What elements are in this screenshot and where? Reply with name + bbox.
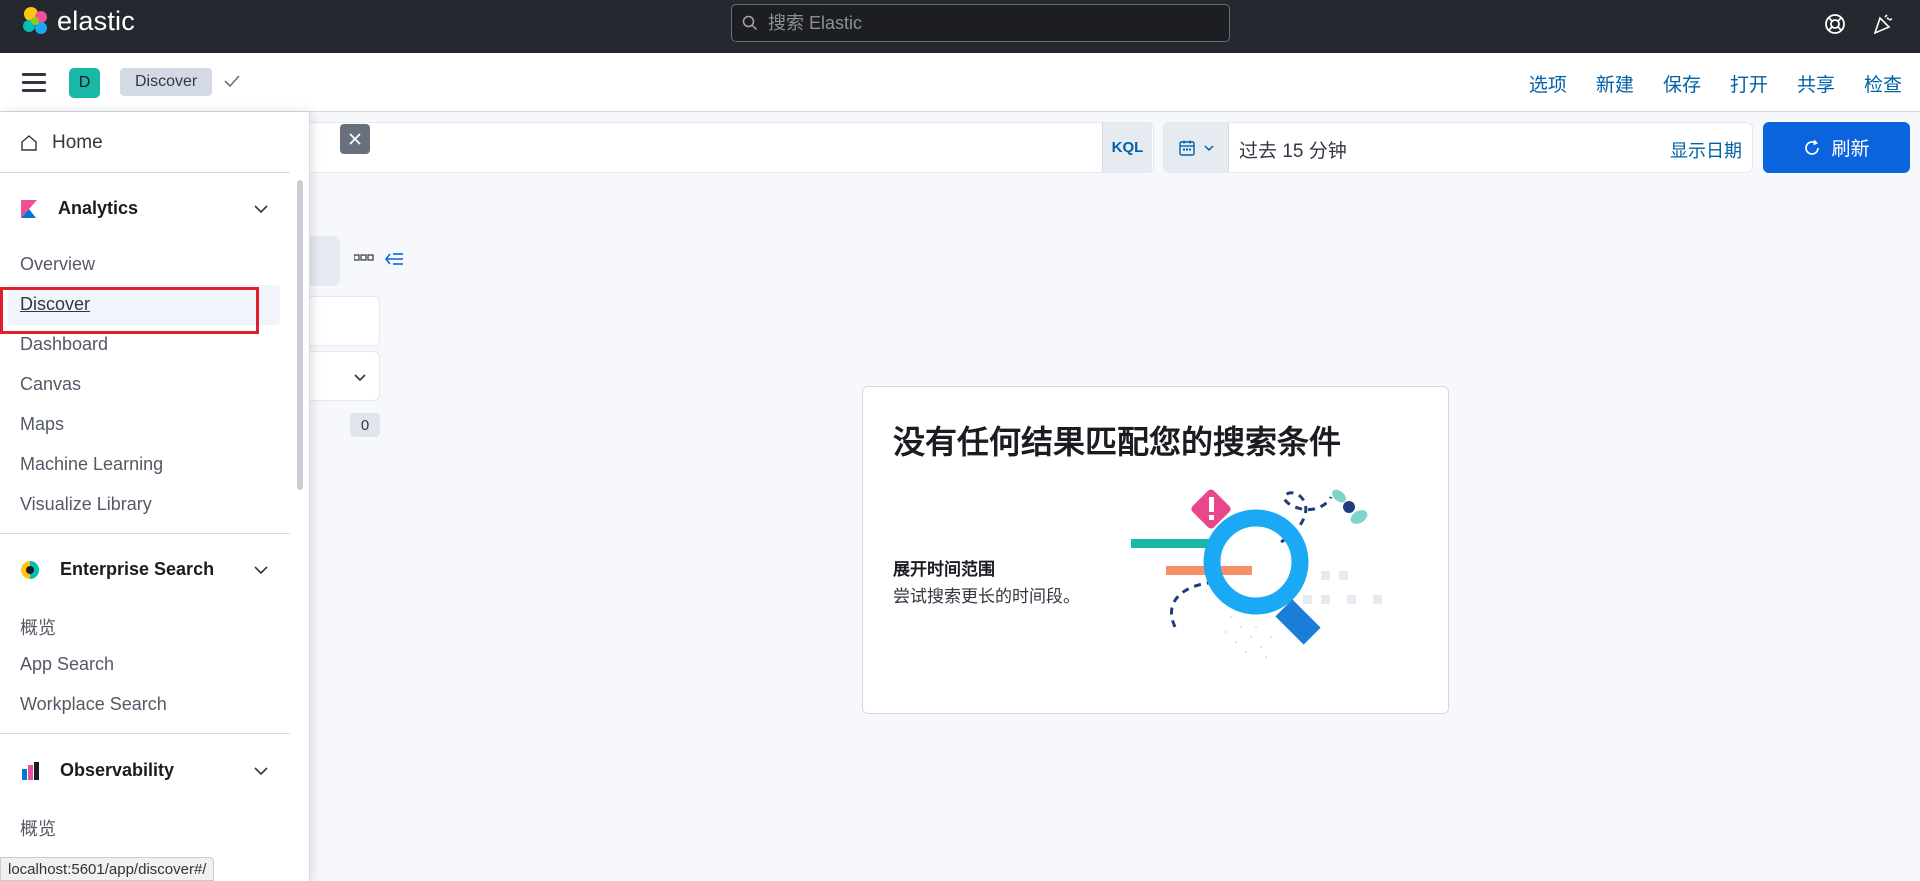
chevron-down-icon[interactable] bbox=[252, 763, 270, 779]
nav-home-label: Home bbox=[52, 132, 103, 153]
no-results-illustration bbox=[1131, 489, 1382, 658]
date-picker: 过去 15 分钟 显示日期 bbox=[1163, 122, 1753, 173]
chevron-down-icon[interactable] bbox=[252, 562, 270, 578]
close-icon bbox=[349, 133, 361, 145]
expand-time-range-description: 尝试搜索更长的时间段。 bbox=[893, 587, 1080, 607]
nav-item-app-search[interactable]: App Search bbox=[20, 654, 114, 675]
nav-item-observability-overview[interactable]: 概览 bbox=[20, 815, 56, 841]
divider bbox=[0, 172, 290, 173]
global-search-input[interactable] bbox=[768, 12, 1188, 34]
calendar-icon bbox=[1178, 140, 1195, 156]
logo-text: elastic bbox=[57, 6, 135, 36]
menu-toggle-icon[interactable] bbox=[22, 73, 46, 93]
new-link[interactable]: 新建 bbox=[1596, 70, 1634, 97]
field-count-badge: 0 bbox=[350, 413, 380, 437]
highlight-annotation bbox=[0, 287, 259, 334]
app-header: D Discover 选项 新建 保存 打开 共享 检查 bbox=[0, 53, 1920, 112]
divider bbox=[0, 533, 290, 534]
options-link[interactable]: 选项 bbox=[1529, 70, 1567, 97]
nav-item-machine-learning[interactable]: Machine Learning bbox=[20, 454, 163, 475]
observability-icon bbox=[22, 761, 39, 780]
quick-menu-button[interactable] bbox=[1164, 123, 1229, 172]
global-search[interactable] bbox=[731, 4, 1230, 42]
help-icon[interactable] bbox=[1823, 12, 1847, 36]
nav-group-label: Enterprise Search bbox=[60, 559, 215, 579]
no-results-panel: 没有任何结果匹配您的搜索条件 展开时间范围 尝试搜索更长的时间段。 bbox=[862, 386, 1449, 714]
breadcrumb: Discover bbox=[120, 68, 213, 96]
refresh-icon bbox=[1805, 139, 1820, 155]
nav-group-enterprise-search[interactable]: Enterprise Search bbox=[20, 559, 270, 580]
nav-item-dashboard[interactable]: Dashboard bbox=[20, 334, 108, 355]
refresh-button[interactable]: 刷新 bbox=[1763, 122, 1910, 173]
clear-query-button[interactable] bbox=[340, 124, 370, 154]
show-dates-link[interactable]: 显示日期 bbox=[1670, 137, 1742, 163]
field-search-input[interactable] bbox=[300, 296, 380, 346]
nav-group-label: Observability bbox=[60, 760, 175, 780]
kibana-icon bbox=[21, 199, 37, 218]
expand-time-range-heading: 展开时间范围 bbox=[893, 560, 995, 580]
nav-home-link[interactable]: Home bbox=[20, 132, 103, 154]
news-feed-icon[interactable] bbox=[1871, 12, 1895, 36]
share-link[interactable]: 共享 bbox=[1797, 70, 1835, 97]
nav-scrollbar[interactable] bbox=[297, 180, 303, 490]
elastic-logo-icon bbox=[23, 7, 47, 34]
query-language-button[interactable]: KQL bbox=[1102, 123, 1152, 172]
space-avatar[interactable]: D bbox=[69, 68, 100, 98]
nav-group-observability[interactable]: Observability bbox=[20, 760, 270, 781]
home-icon bbox=[21, 135, 37, 151]
divider bbox=[0, 733, 290, 734]
nav-group-analytics[interactable]: Analytics bbox=[20, 198, 270, 219]
more-options-icon[interactable] bbox=[354, 254, 374, 262]
global-header: elastic bbox=[0, 0, 1920, 53]
collapse-sidebar-icon[interactable] bbox=[384, 251, 404, 267]
check-icon bbox=[224, 75, 240, 88]
nav-item-overview-cn[interactable]: 概览 bbox=[20, 614, 56, 640]
status-bar-url: localhost:5601/app/discover#/ bbox=[0, 857, 215, 881]
inspect-link[interactable]: 检查 bbox=[1864, 70, 1902, 97]
nav-item-visualize-library[interactable]: Visualize Library bbox=[20, 494, 152, 515]
no-results-title: 没有任何结果匹配您的搜索条件 bbox=[893, 423, 1342, 461]
chevron-down-icon bbox=[354, 374, 366, 382]
chevron-down-icon bbox=[1203, 144, 1214, 151]
field-type-filter[interactable] bbox=[300, 351, 380, 401]
enterprise-search-icon bbox=[21, 560, 39, 579]
top-nav-menu: 选项 新建 保存 打开 共享 检查 bbox=[1529, 70, 1902, 97]
nav-item-maps[interactable]: Maps bbox=[20, 414, 64, 435]
nav-group-label: Analytics bbox=[58, 198, 139, 218]
navigation-panel: Home Analytics Overview Discover Dashboa… bbox=[0, 112, 310, 881]
nav-item-overview[interactable]: Overview bbox=[20, 254, 95, 275]
search-icon bbox=[742, 15, 758, 31]
refresh-label: 刷新 bbox=[1831, 139, 1870, 160]
elastic-logo[interactable]: elastic bbox=[20, 6, 135, 37]
open-link[interactable]: 打开 bbox=[1730, 70, 1768, 97]
chevron-down-icon[interactable] bbox=[252, 201, 270, 217]
nav-item-workplace-search[interactable]: Workplace Search bbox=[20, 694, 167, 715]
save-link[interactable]: 保存 bbox=[1663, 70, 1701, 97]
time-range-label[interactable]: 过去 15 分钟 bbox=[1239, 136, 1347, 163]
nav-item-canvas[interactable]: Canvas bbox=[20, 374, 81, 395]
